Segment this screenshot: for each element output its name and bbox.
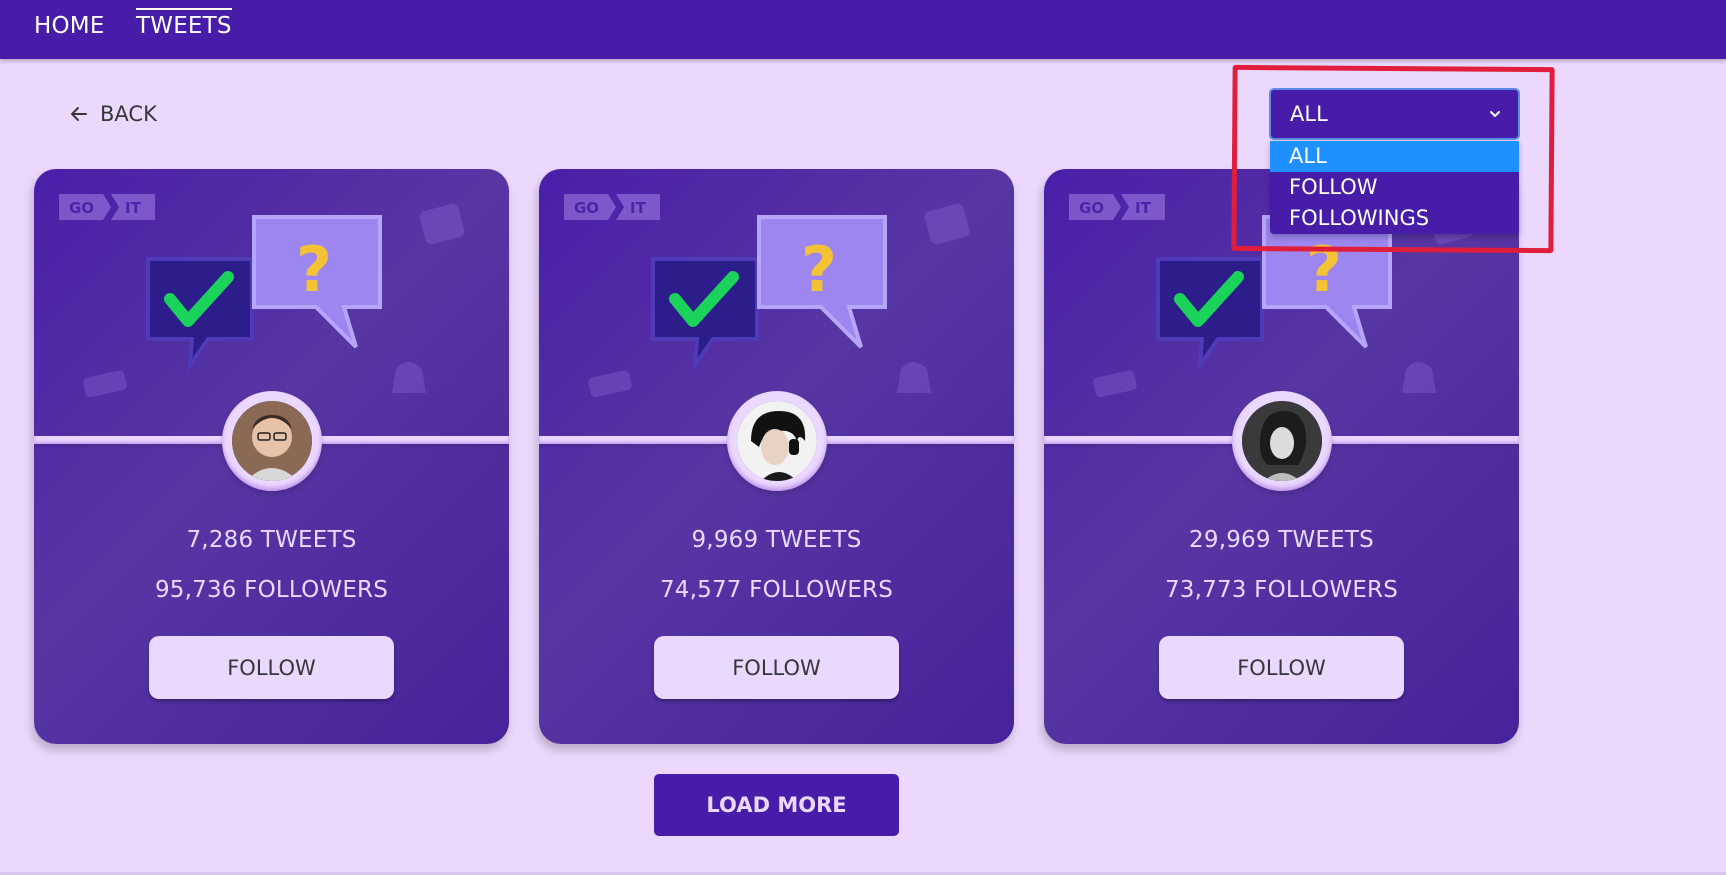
- filter-option-all[interactable]: ALL: [1270, 141, 1519, 172]
- tweets-count: 9,969 TWEETS: [691, 527, 862, 553]
- followers-count: 95,736 FOLLOWERS: [154, 577, 389, 603]
- follow-button[interactable]: FOLLOW: [149, 636, 394, 699]
- back-button[interactable]: BACK: [70, 99, 157, 129]
- arrow-left-icon: [71, 107, 87, 121]
- chevron-down-icon: [1490, 111, 1500, 117]
- avatar: [1232, 391, 1332, 491]
- tweets-count: 7,286 TWEETS: [186, 527, 357, 553]
- nav-home-link[interactable]: HOME: [34, 13, 105, 45]
- avatar: [727, 391, 827, 491]
- svg-text:?: ?: [801, 233, 837, 306]
- avatar: [222, 391, 322, 491]
- load-more-button[interactable]: LOAD MORE: [654, 774, 899, 836]
- svg-text:?: ?: [1306, 233, 1342, 306]
- follow-button[interactable]: FOLLOW: [654, 636, 899, 699]
- back-label: BACK: [100, 102, 157, 126]
- svg-text:?: ?: [296, 233, 332, 306]
- filter-select[interactable]: ALL: [1269, 88, 1520, 140]
- follow-button[interactable]: FOLLOW: [1159, 636, 1404, 699]
- avatar-image: [1242, 401, 1322, 481]
- user-card: GO IT ? 29,969 TWEETS 73,773 FOLLOWERS F…: [1044, 169, 1519, 744]
- filter-option-follow[interactable]: FOLLOW: [1270, 172, 1519, 203]
- followers-count: 74,577 FOLLOWERS: [659, 577, 894, 603]
- user-card: GO IT ? 7,286 TWEETS 95,736 FOLLOWERS FO…: [34, 169, 509, 744]
- followers-count: 73,773 FOLLOWERS: [1164, 577, 1399, 603]
- avatar-image: [232, 401, 312, 481]
- filter-option-followings[interactable]: FOLLOWINGS: [1270, 203, 1519, 234]
- avatar-image: [737, 401, 817, 481]
- user-card: GO IT ? 9,969 TWEETS 74,577 FOLLOWERS FO…: [539, 169, 1014, 744]
- nav-tweets-link[interactable]: TWEETS: [136, 8, 232, 45]
- filter-selected-value: ALL: [1290, 102, 1328, 126]
- filter-options-list: ALL FOLLOW FOLLOWINGS: [1270, 141, 1519, 234]
- top-navigation: HOME TWEETS: [0, 0, 1726, 59]
- tweets-count: 29,969 TWEETS: [1189, 527, 1374, 553]
